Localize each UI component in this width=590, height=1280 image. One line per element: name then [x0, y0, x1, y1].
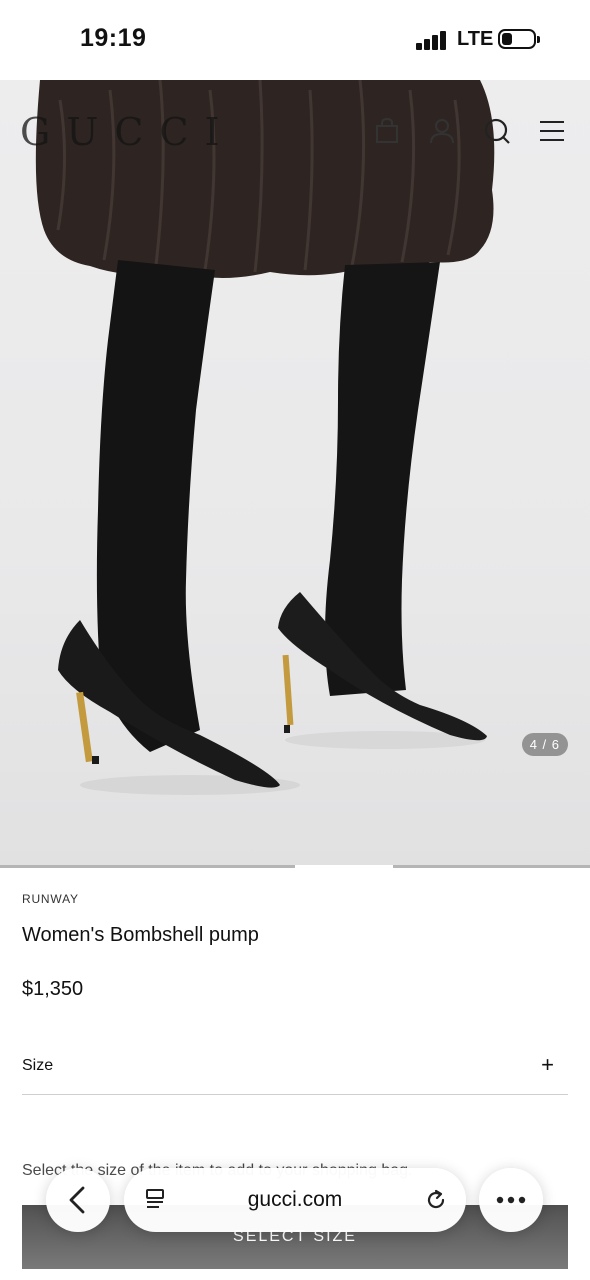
more-dots-icon: [496, 1196, 526, 1204]
product-price: $1,350: [22, 978, 84, 1000]
gallery-progress: [0, 865, 590, 868]
image-counter: 4 / 6: [521, 733, 568, 756]
browser-more-button[interactable]: [479, 1168, 543, 1232]
search-icon[interactable]: [482, 116, 512, 146]
size-accordion[interactable]: Size +: [22, 1040, 568, 1095]
signal-icon: [416, 30, 448, 50]
browser-back-button[interactable]: [46, 1168, 110, 1232]
brand-logo[interactable]: GUCCI: [20, 110, 236, 154]
plus-icon[interactable]: +: [541, 1052, 554, 1078]
chevron-left-icon: [69, 1186, 85, 1214]
product-name: Women's Bombshell pump: [22, 924, 259, 946]
menu-icon[interactable]: [537, 116, 567, 146]
status-time: 19:19: [80, 24, 147, 52]
browser-address-bar[interactable]: gucci.com: [124, 1168, 466, 1232]
reload-icon[interactable]: [424, 1188, 448, 1212]
network-type: LTE: [457, 28, 494, 50]
shopping-bag-icon[interactable]: [372, 116, 402, 146]
product-photo: [35, 80, 495, 795]
browser-domain: gucci.com: [247, 1188, 343, 1211]
user-icon[interactable]: [427, 116, 457, 146]
product-category: RUNWAY: [22, 892, 79, 906]
status-bar: 19:19 LTE: [0, 0, 590, 80]
battery-icon: [498, 29, 540, 49]
product-image[interactable]: [0, 80, 590, 866]
gallery-progress-fill: [295, 865, 394, 868]
site-header: GUCCI: [0, 80, 590, 180]
size-label: Size: [22, 1057, 54, 1074]
